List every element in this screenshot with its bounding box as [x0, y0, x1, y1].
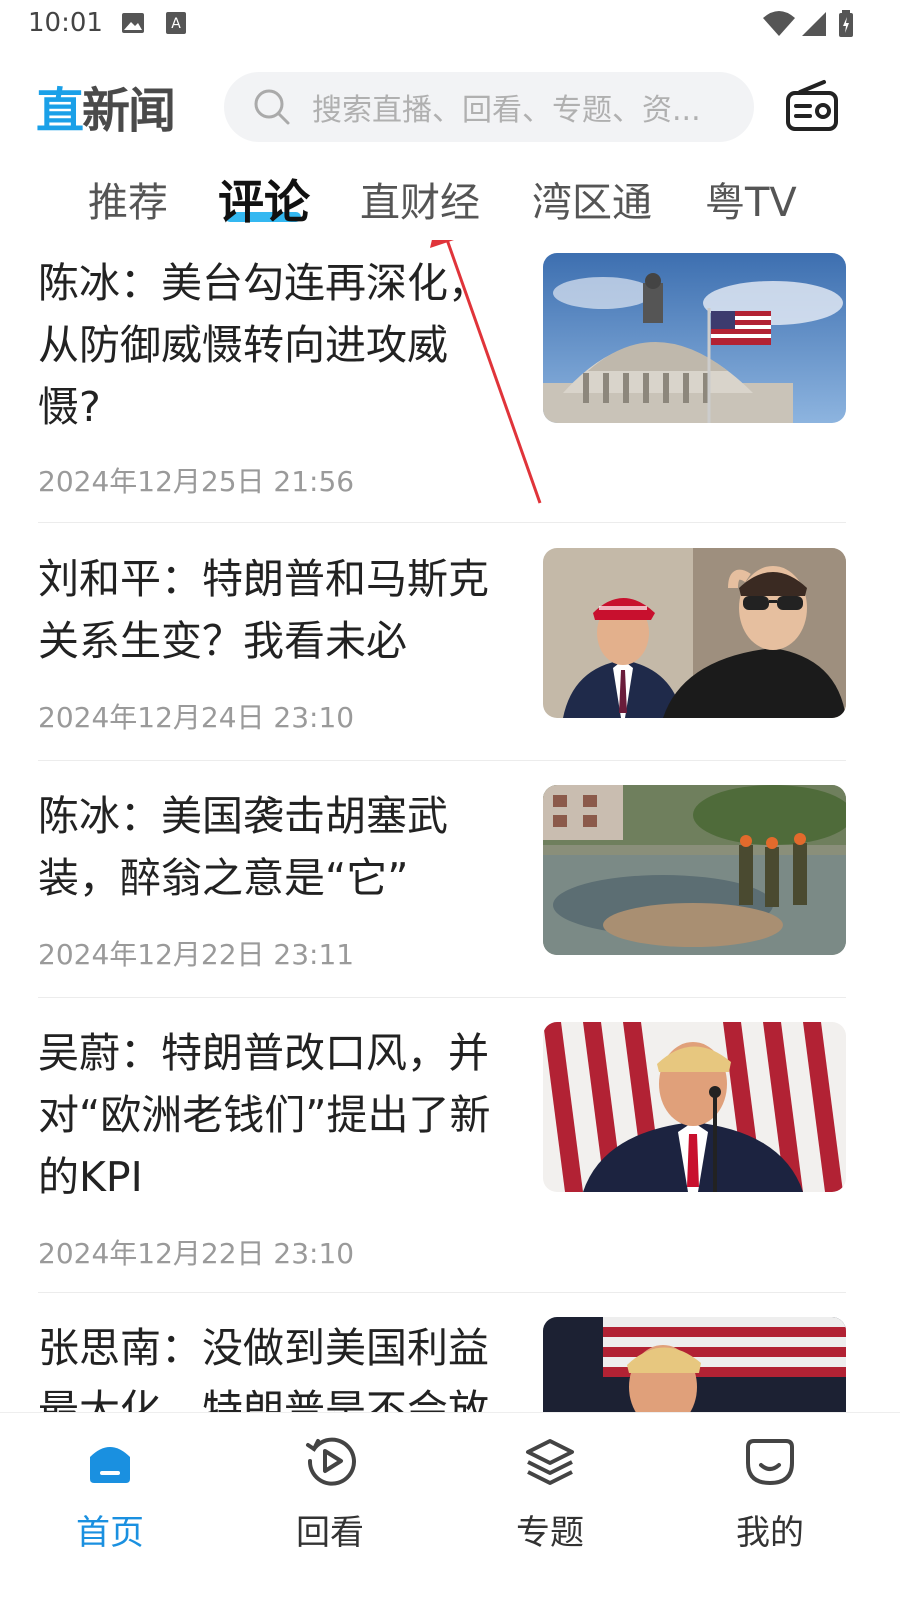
wifi-icon [763, 11, 795, 36]
tab-comment[interactable]: 评论 [218, 166, 310, 232]
profile-icon [746, 1439, 794, 1486]
news-thumbnail [543, 253, 846, 423]
feed-divider [38, 997, 846, 998]
capitol-dome-image [543, 253, 846, 423]
nav-profile-label: 我的 [736, 1513, 804, 1553]
news-item[interactable]: 张思南：没做到美国利益最大化，特朗普是不会放 [38, 1317, 846, 1412]
nav-home[interactable]: 首页 [30, 1435, 190, 1554]
logo-part-1: 直 [36, 83, 84, 139]
news-feed: 陈冰：美台勾连再深化，从防御威慑转向进攻威慑? 2024年12月25日 21:5… [0, 240, 900, 1412]
crater-soldiers-image [543, 785, 846, 955]
trump-podium-image [543, 1022, 846, 1192]
feed-divider [38, 760, 846, 761]
feed-divider [38, 1292, 846, 1293]
search-placeholder: 搜索直播、回看、专题、资... [312, 93, 701, 128]
trump-flag-image [543, 1317, 846, 1412]
news-item[interactable]: 吴蔚：特朗普改口风，并对“欧洲老钱们”提出了新的KPI 2024年12月22日 … [38, 1022, 846, 1282]
status-time: 10:01 [28, 8, 103, 38]
news-thumbnail [543, 548, 846, 718]
nav-home-label: 首页 [76, 1513, 144, 1553]
news-item[interactable]: 陈冰：美国袭击胡塞武装，醉翁之意是“它” 2024年12月22日 23:11 [38, 785, 846, 985]
tab-yue-tv[interactable]: 粤TV [705, 170, 797, 228]
signal-icon [802, 12, 826, 36]
svg-text:A: A [171, 16, 181, 32]
nav-topics-label: 专题 [516, 1513, 584, 1553]
news-thumbnail [543, 785, 846, 955]
category-tabs: 推荐 评论 直财经 湾区通 粤TV [0, 162, 900, 232]
news-date: 2024年12月24日 23:10 [38, 701, 355, 734]
tab-finance[interactable]: 直财经 [360, 170, 480, 228]
nav-replay-label: 回看 [296, 1513, 364, 1553]
radio-icon[interactable] [784, 78, 840, 134]
news-thumbnail [543, 1317, 846, 1412]
nav-topics[interactable]: 专题 [470, 1435, 630, 1554]
tab-bay-area[interactable]: 湾区通 [532, 170, 652, 228]
bottom-nav: 首页 回看 专题 我的 [0, 1412, 900, 1600]
news-title: 刘和平：特朗普和马斯克关系生变？我看未必 [38, 555, 489, 665]
news-date: 2024年12月25日 21:56 [38, 465, 355, 498]
news-title: 陈冰：美国袭击胡塞武装，醉翁之意是“它” [38, 792, 448, 902]
nav-replay[interactable]: 回看 [250, 1435, 410, 1554]
feed-divider [38, 522, 846, 523]
news-date: 2024年12月22日 23:10 [38, 1237, 355, 1270]
battery-icon [839, 10, 853, 37]
trump-musk-image [543, 548, 846, 718]
app-screen: 10:01 A 直 新闻 搜索直播、回看、专题、资... 推荐 评论 直财经 湾… [0, 0, 900, 1600]
search-icon [254, 89, 290, 125]
nav-profile[interactable]: 我的 [690, 1435, 850, 1554]
tab-recommend[interactable]: 推荐 [88, 170, 168, 228]
header: 直 新闻 搜索直播、回看、专题、资... [0, 60, 900, 150]
layers-icon [526, 1439, 574, 1485]
search-bar[interactable]: 搜索直播、回看、专题、资... [224, 72, 754, 142]
news-title: 张思南：没做到美国利益最大化，特朗普是不会放 [38, 1324, 489, 1412]
home-icon [90, 1447, 130, 1483]
news-item[interactable]: 刘和平：特朗普和马斯克关系生变？我看未必 2024年12月24日 23:10 [38, 548, 846, 748]
news-thumbnail [543, 1022, 846, 1192]
app-logo[interactable]: 直 新闻 [36, 78, 176, 139]
a-badge-icon: A [166, 12, 186, 34]
status-bar: 10:01 A [0, 0, 900, 48]
news-date: 2024年12月22日 23:11 [38, 938, 355, 971]
logo-part-2: 新闻 [82, 83, 176, 139]
annotation-arrow [430, 240, 542, 504]
news-title: 吴蔚：特朗普改口风，并对“欧洲老钱们”提出了新的KPI [38, 1029, 491, 1201]
replay-icon [306, 1437, 356, 1486]
image-icon [122, 13, 144, 33]
